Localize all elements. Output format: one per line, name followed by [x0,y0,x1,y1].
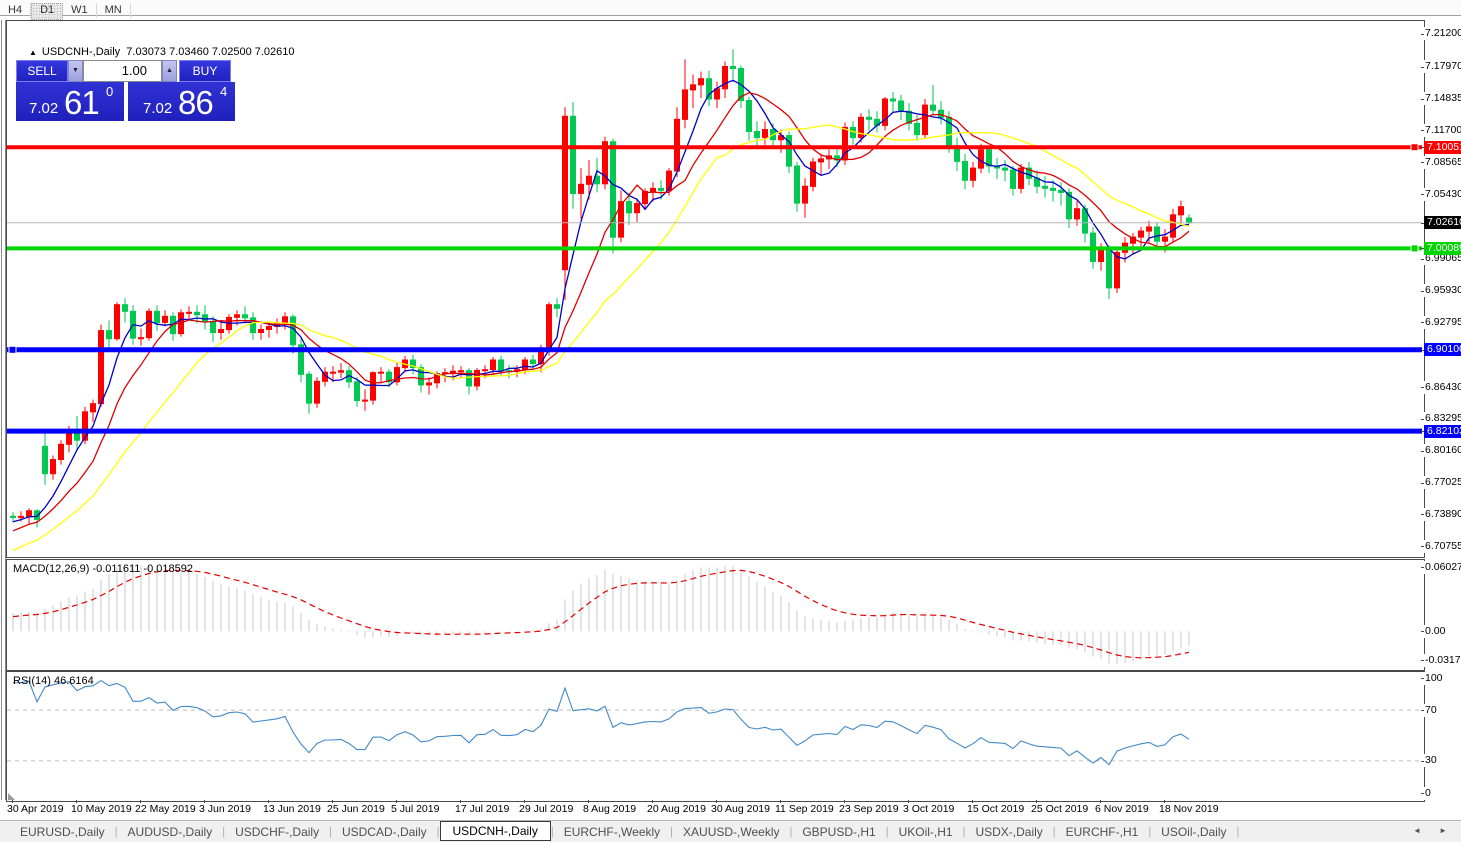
line-handle[interactable] [1410,143,1419,152]
price-axis-label: 6.92795 [1424,315,1461,329]
price-axis-label: 6.73890 [1424,507,1461,521]
date-axis-label: 11 Sep 2019 [775,803,834,815]
chart-tab-usdchf-daily[interactable]: USDCHF-,Daily [225,823,329,841]
chart-tab-usdx-daily[interactable]: USDX-,Daily [965,823,1052,841]
sell-button[interactable]: SELL [16,60,68,82]
chart-symbol-label: USDCNH-,Daily [41,46,121,58]
date-axis-label: 15 Oct 2019 [967,803,1025,815]
chart-tab-eurchf-h1[interactable]: EURCHF-,H1 [1056,823,1149,841]
rsi-axis-100: 100 [1424,671,1461,685]
chart-tab-usdcad-daily[interactable]: USDCAD-,Daily [332,823,437,841]
volume-decrease-button[interactable]: ▼ [68,60,83,82]
date-axis-label: 25 Jun 2019 [327,803,385,815]
date-axis-label: 17 Jul 2019 [455,803,510,815]
date-axis-label: 20 Aug 2019 [647,803,706,815]
sell-price-display[interactable]: 7.02 61 0 [16,82,124,121]
date-axis-label: 22 May 2019 [135,803,196,815]
macd-canvas[interactable] [7,560,1422,668]
macd-histogram [12,564,1190,664]
price-axis-label: 7.17970 [1424,60,1461,74]
sell-price-pips: 61 [64,84,100,121]
timeframe-toolbar: H4 D1 W1 MN [0,0,1461,20]
date-axis-label: 23 Sep 2019 [839,803,899,815]
hline-price-label: 6.90100 [1424,343,1461,357]
macd-axis-max: 0.060273 [1424,560,1461,574]
date-axis-label: 10 May 2019 [71,803,132,815]
chart-tab-bar: EURUSD-,Daily | AUDUSD-,Daily | USDCHF-,Dail… [0,820,1461,842]
price-axis-label: 6.95930 [1424,284,1461,298]
date-axis-label: 5 Jul 2019 [391,803,440,815]
date-axis-label: 3 Jun 2019 [199,803,251,815]
chart-tab-ukoil-h1[interactable]: UKOil-,H1 [889,823,963,841]
rsi-label: RSI(14) 46.6164 [13,675,94,687]
price-axis-label: 7.14835 [1424,92,1461,106]
price-axis-label: 6.77025 [1424,476,1461,490]
chart-tab-usoil-daily[interactable]: USOil-,Daily [1151,823,1236,841]
tab-scroll-arrows[interactable]: ◄ ► [1413,826,1455,835]
macd-label: MACD(12,26,9) -0.011611 -0.018592 [13,563,193,575]
price-axis-label: 6.86430 [1424,380,1461,394]
current-price-label: 7.02610 [1424,216,1461,230]
date-axis-label: 25 Oct 2019 [1031,803,1089,815]
buy-price-prefix: 7.02 [143,100,173,117]
price-axis-label: 7.21200 [1424,27,1461,41]
line-handle[interactable] [8,345,17,354]
rsi-axis-30: 30 [1424,754,1461,768]
buy-price-point: 4 [220,84,228,99]
timeframe-button-d1[interactable]: D1 [31,3,64,20]
tab-separator: | [1236,825,1240,838]
timeframe-button-w1[interactable]: W1 [63,3,97,18]
line-handle[interactable] [1410,244,1419,253]
hline-price-label: 7.00089 [1424,241,1461,255]
sell-price-point: 0 [106,84,114,99]
date-axis-label: 8 Aug 2019 [583,803,637,815]
mt4-terminal: H4 D1 W1 MN ▲ USDCNH-,Daily 7.03073 7.03460 … [0,0,1461,842]
price-axis-label: 6.70755 [1424,539,1461,553]
macd-indicator-pane[interactable]: MACD(12,26,9) -0.011611 -0.018592 [6,559,1425,671]
hline-price-label: 6.82103 [1424,424,1461,438]
volume-increase-button[interactable]: ▲ [162,60,177,82]
rsi-line [12,679,1190,766]
chart-tab-xauusd-weekly[interactable]: XAUUSD-,Weekly [673,823,789,841]
volume-input[interactable]: 1.00 [83,60,162,82]
price-chart-pane[interactable]: ▲ USDCNH-,Daily 7.03073 7.03460 7.02500 7… [6,20,1425,558]
chart-collapse-icon[interactable]: ▲ [29,48,37,57]
chart-tab-usdcnh-daily[interactable]: USDCNH-,Daily [439,820,551,841]
date-axis-label: 30 Apr 2019 [7,803,64,815]
timeframe-button-h4[interactable]: H4 [0,3,32,18]
date-axis-label: 30 Aug 2019 [711,803,770,815]
buy-button[interactable]: BUY [179,60,231,82]
date-axis-label: 6 Nov 2019 [1095,803,1149,815]
date-axis[interactable]: 30 Apr 2019 10 May 2019 22 May 2019 3 Jun 2… [6,800,1423,818]
price-axis[interactable]: 7.21200 7.17970 7.14835 7.11700 7.08565 7.054… [1421,20,1461,800]
rsi-axis-0: 0 [1424,786,1461,800]
buy-price-display[interactable]: 7.02 86 4 [128,82,235,121]
buy-price-pips: 86 [178,84,214,121]
pane-resize-grip[interactable] [8,793,15,800]
chart-title: ▲ USDCNH-,Daily 7.03073 7.03460 7.02500 7… [29,46,295,58]
chart-ohlc-quote: 7.03073 7.03460 7.02500 7.02610 [126,46,295,58]
price-axis-label: 6.80160 [1424,444,1461,458]
price-axis-label: 7.05430 [1424,187,1461,201]
rsi-indicator-pane[interactable]: RSI(14) 46.6164 [6,671,1425,802]
chart-tab-eurusd-daily[interactable]: EURUSD-,Daily [10,823,115,841]
rsi-axis-70: 70 [1424,703,1461,717]
hline-price-label: 7.10051 [1424,140,1461,154]
date-axis-label: 3 Oct 2019 [903,803,955,815]
sell-price-prefix: 7.02 [29,100,59,117]
macd-axis-zero: 0.00 [1424,624,1461,638]
one-click-trading-panel: SELL ▼ 1.00 ▲ BUY 7.02 61 0 7.02 86 4 [16,60,235,121]
price-axis-label: 7.08565 [1424,155,1461,169]
chart-tab-eurchf-weekly[interactable]: EURCHF-,Weekly [554,823,670,841]
chart-tab-audusd-daily[interactable]: AUDUSD-,Daily [118,823,223,841]
date-axis-label: 18 Nov 2019 [1159,803,1219,815]
chart-tab-gbpusd-h1[interactable]: GBPUSD-,H1 [792,823,885,841]
date-axis-label: 29 Jul 2019 [519,803,574,815]
rsi-canvas[interactable] [7,672,1422,799]
price-axis-label: 7.11700 [1424,123,1461,137]
price-axis-label: 6.83295 [1424,412,1461,426]
date-axis-label: 13 Jun 2019 [263,803,321,815]
timeframe-button-mn[interactable]: MN [97,3,131,18]
macd-axis-min: -0.031725 [1424,653,1461,667]
